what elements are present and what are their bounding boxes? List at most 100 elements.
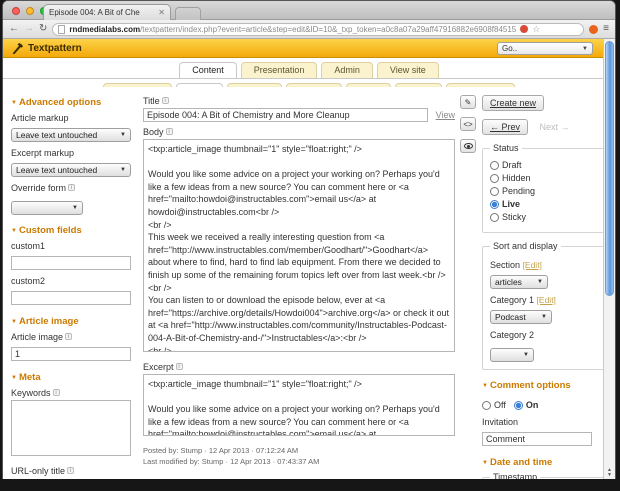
override-form-select[interactable]: ▼ bbox=[11, 201, 83, 215]
browser-tab[interactable]: Episode 004: A Bit of Che ✕ bbox=[43, 4, 171, 20]
radio-comments-off[interactable] bbox=[482, 400, 491, 410]
keywords-textarea[interactable] bbox=[11, 400, 131, 456]
excerpt-textarea[interactable]: <txp:article_image thumbnail="1" style="… bbox=[143, 374, 455, 436]
chevron-down-icon: ▼ bbox=[523, 352, 529, 358]
close-window-button[interactable] bbox=[12, 7, 20, 15]
status-option-pending[interactable]: Pending bbox=[490, 186, 600, 196]
scrollbar-arrows[interactable]: ▲ ▼ bbox=[604, 468, 615, 478]
brand-name: Textpattern bbox=[28, 42, 82, 54]
pencil-icon[interactable]: ✎ bbox=[460, 95, 476, 109]
category1-select[interactable]: Podcast ▼ bbox=[490, 310, 552, 324]
help-icon[interactable]: i bbox=[68, 184, 76, 191]
twisty-icon: ▼ bbox=[482, 383, 488, 389]
next-button: Next → bbox=[539, 122, 570, 132]
status-fieldset: Status Draft Hidden Pending Live Sticky bbox=[482, 143, 603, 233]
go-dropdown[interactable]: Go.. ▼ bbox=[497, 42, 593, 55]
excerpt-label: Excerpt i bbox=[143, 362, 455, 372]
extension-icon[interactable] bbox=[589, 24, 599, 34]
article-image-input[interactable] bbox=[11, 347, 131, 361]
article-markup-select[interactable]: Leave text untouched ▼ bbox=[11, 128, 131, 142]
radio-sticky[interactable] bbox=[490, 212, 499, 222]
title-input[interactable] bbox=[143, 108, 428, 122]
write-page: ▼ Advanced options Article markup Leave t… bbox=[3, 87, 603, 479]
section-select[interactable]: articles ▼ bbox=[490, 275, 548, 289]
excerpt-markup-select[interactable]: Leave text untouched ▼ bbox=[11, 163, 131, 177]
tab-close-icon[interactable]: ✕ bbox=[158, 8, 165, 17]
status-option-live[interactable]: Live bbox=[490, 199, 600, 209]
tab-admin[interactable]: Admin bbox=[321, 62, 373, 78]
twisty-icon: ▼ bbox=[11, 228, 17, 234]
invitation-input[interactable] bbox=[482, 432, 592, 446]
sort-display-legend: Sort and display bbox=[493, 241, 558, 251]
section-label: Section [Edit] bbox=[490, 260, 542, 270]
prev-button[interactable]: ← Prev bbox=[482, 119, 529, 135]
help-icon[interactable]: i bbox=[165, 128, 173, 135]
comments-off-option[interactable]: Off bbox=[482, 400, 506, 410]
forward-icon[interactable]: → bbox=[24, 24, 34, 34]
bookmark-star-icon[interactable]: ☆ bbox=[532, 24, 540, 34]
comment-options-heading[interactable]: ▼ Comment options bbox=[482, 380, 603, 391]
address-bar[interactable]: rndmedialabs.com/textpattern/index.php?e… bbox=[52, 22, 585, 36]
category1-label: Category 1 [Edit] bbox=[490, 295, 556, 305]
category2-select[interactable]: ▼ bbox=[490, 348, 534, 362]
status-option-draft[interactable]: Draft bbox=[490, 160, 600, 170]
chevron-down-icon: ▼ bbox=[582, 45, 588, 52]
txp-header: Textpattern Go.. ▼ bbox=[3, 39, 615, 58]
primary-tabs: Content Presentation Admin View site bbox=[3, 58, 615, 79]
right-sidebar: Create new ← Prev Next → Status Draft Hi… bbox=[482, 93, 603, 479]
chevron-down-icon: ▼ bbox=[537, 279, 543, 285]
radio-draft[interactable] bbox=[490, 160, 499, 170]
excerpt-markup-label: Excerpt markup bbox=[11, 148, 75, 158]
tab-view-site[interactable]: View site bbox=[376, 62, 439, 78]
help-icon[interactable]: i bbox=[175, 363, 183, 370]
last-modified-text: Last modified by: Stump · 12 Apr 2013 · … bbox=[143, 457, 320, 467]
body-textarea[interactable]: <txp:article_image thumbnail="1" style="… bbox=[143, 139, 455, 352]
help-icon[interactable]: i bbox=[52, 389, 60, 396]
section-edit-link[interactable]: [Edit] bbox=[523, 260, 542, 270]
date-time-heading[interactable]: ▼ Date and time bbox=[482, 457, 603, 468]
view-link[interactable]: View bbox=[436, 110, 455, 120]
help-icon[interactable]: i bbox=[65, 333, 73, 340]
url-host: rndmedialabs.com bbox=[69, 24, 141, 34]
status-legend: Status bbox=[493, 143, 519, 153]
radio-pending[interactable] bbox=[490, 186, 499, 196]
blocker-icon[interactable] bbox=[520, 25, 529, 33]
eye-icon[interactable] bbox=[460, 139, 476, 153]
help-icon[interactable]: i bbox=[161, 97, 169, 104]
status-option-sticky[interactable]: Sticky bbox=[490, 212, 600, 222]
txp-brand: Textpattern bbox=[11, 42, 82, 55]
tab-presentation[interactable]: Presentation bbox=[240, 62, 318, 78]
radio-hidden[interactable] bbox=[490, 173, 499, 183]
chevron-down-icon: ▼ bbox=[120, 132, 126, 138]
create-new-button[interactable]: Create new bbox=[482, 95, 545, 111]
category1-edit-link[interactable]: [Edit] bbox=[537, 295, 556, 305]
timestamp-fieldset: Timestamp Reset time to now… Published a… bbox=[482, 472, 603, 479]
minimize-window-button[interactable] bbox=[26, 7, 34, 15]
tab-content[interactable]: Content bbox=[179, 62, 237, 78]
meta-heading[interactable]: ▼ Meta bbox=[11, 372, 131, 383]
custom1-input[interactable] bbox=[11, 256, 131, 270]
radio-live[interactable] bbox=[490, 199, 499, 209]
article-image-heading[interactable]: ▼ Article image bbox=[11, 316, 131, 327]
help-icon[interactable]: i bbox=[67, 467, 75, 474]
custom2-input[interactable] bbox=[11, 291, 131, 305]
urlbar-icons: ☆ bbox=[520, 24, 540, 34]
status-option-hidden[interactable]: Hidden bbox=[490, 173, 600, 183]
back-icon[interactable]: ← bbox=[9, 24, 19, 34]
url-title-label: URL-only title i bbox=[11, 466, 131, 476]
reload-icon[interactable]: ↻ bbox=[39, 24, 47, 34]
radio-comments-on[interactable] bbox=[513, 400, 523, 410]
custom-fields-heading[interactable]: ▼ Custom fields bbox=[11, 225, 131, 236]
url-path: /textpattern/index.php?event=article&ste… bbox=[140, 24, 517, 34]
editor-tools: ✎ <> bbox=[460, 95, 476, 153]
new-tab-button[interactable] bbox=[175, 7, 201, 20]
page-scrollbar[interactable]: ▲ ▼ bbox=[603, 39, 615, 479]
browser-menu-icon[interactable]: ≡ bbox=[603, 24, 609, 34]
page-icon bbox=[58, 24, 66, 34]
scrollbar-thumb[interactable] bbox=[605, 41, 614, 297]
twisty-icon: ▼ bbox=[482, 460, 488, 466]
code-icon[interactable]: <> bbox=[460, 117, 476, 131]
invitation-label: Invitation bbox=[482, 417, 519, 427]
advanced-options-heading[interactable]: ▼ Advanced options bbox=[11, 97, 131, 108]
comments-on-option[interactable]: On bbox=[513, 400, 538, 410]
